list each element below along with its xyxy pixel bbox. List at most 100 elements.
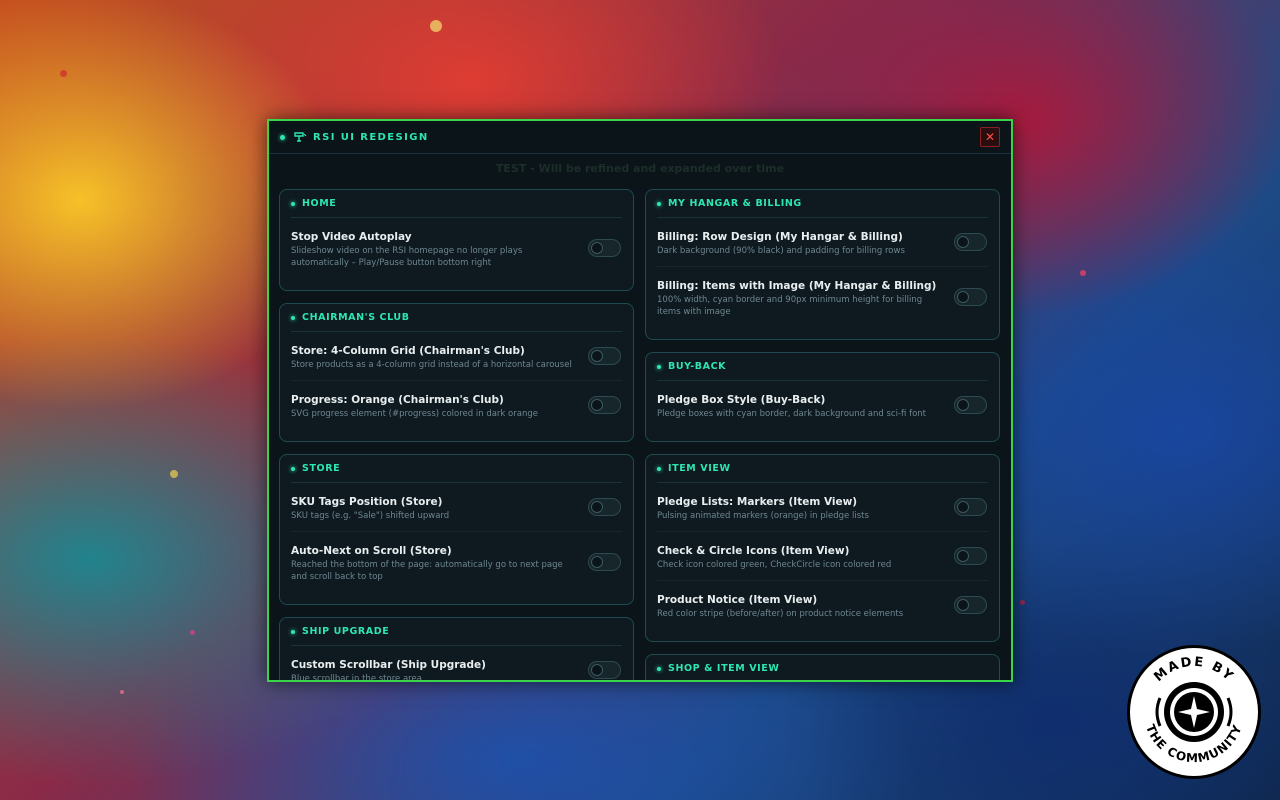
setting-toggle[interactable]: [588, 396, 621, 414]
section-dot: [291, 201, 295, 206]
settings-window: RSI UI REDESIGN ✕ TEST - Will be refined…: [267, 119, 1013, 682]
setting-title: Store: 4-Column Grid (Chairman's Club): [291, 345, 525, 357]
setting-toggle[interactable]: [588, 347, 621, 365]
toggle-knob: [591, 242, 603, 254]
setting-description: Pulsing animated markers (orange) in ple…: [657, 511, 869, 521]
section-title: STORE: [302, 463, 341, 474]
close-button[interactable]: ✕: [980, 127, 1000, 147]
section-item-view: ITEM VIEW Pledge Lists: Markers (Item Vie…: [645, 454, 1000, 642]
setting-description: Store products as a 4-column grid instea…: [291, 360, 572, 370]
setting-toggle[interactable]: [588, 661, 621, 679]
toggle-knob: [591, 399, 603, 411]
right-column: MY HANGAR & BILLING Billing: Row Design (…: [645, 189, 1000, 680]
setting-toggle[interactable]: [954, 233, 987, 251]
setting-toggle[interactable]: [588, 553, 621, 571]
section-header: ITEM VIEW: [657, 455, 988, 483]
section-store: STORE SKU Tags Position (Store) SKU tags (…: [279, 454, 634, 605]
section-header: BUY-BACK: [657, 353, 988, 381]
setting-toggle[interactable]: [954, 396, 987, 414]
section-home: HOME Stop Video Autoplay Slideshow video o…: [279, 189, 634, 291]
setting-title: SKU Tags Position (Store): [291, 496, 443, 508]
toggle-knob: [957, 291, 969, 303]
setting-description: Slideshow video on the RSI homepage no l…: [291, 246, 523, 268]
setting-toggle[interactable]: [954, 288, 987, 306]
setting-row: Store: 4-Column Grid (Chairman's Club) St…: [291, 332, 622, 381]
setting-title: Progress: Orange (Chairman's Club): [291, 394, 504, 406]
setting-row: Pledge Lists: Markers (Item View) Pulsing…: [657, 483, 988, 532]
section-title: CHAIRMAN'S CLUB: [302, 312, 410, 323]
left-column: HOME Stop Video Autoplay Slideshow video o…: [279, 189, 634, 682]
window-titlebar: RSI UI REDESIGN ✕: [269, 121, 1011, 154]
setting-title: Custom Scrollbar (Ship Upgrade): [291, 659, 486, 671]
setting-row: Stop Video Autoplay Slideshow video on th…: [291, 218, 622, 278]
toggle-knob: [957, 399, 969, 411]
setting-row: Billing: Row Design (My Hangar & Billing…: [657, 218, 988, 267]
section-title: ITEM VIEW: [668, 463, 731, 474]
toggle-knob: [957, 501, 969, 513]
setting-row: Product Notice (Item View) Red color stri…: [657, 581, 988, 629]
section-title: HOME: [302, 198, 337, 209]
setting-title: Pledge Box Style (Buy-Back): [657, 394, 826, 406]
setting-toggle[interactable]: [954, 596, 987, 614]
setting-description: 100% width, cyan border and 90px minimum…: [657, 295, 923, 317]
status-dot: [280, 134, 285, 140]
toggle-knob: [957, 550, 969, 562]
svg-text:MADE BY: MADE BY: [1151, 655, 1237, 685]
setting-row: Check & Circle Icons (Item View) Check ic…: [657, 532, 988, 581]
setting-title: Auto-Next on Scroll (Store): [291, 545, 452, 557]
setting-toggle[interactable]: [588, 498, 621, 516]
window-title: RSI UI REDESIGN: [313, 131, 429, 143]
section-title: MY HANGAR & BILLING: [668, 198, 802, 209]
setting-title: Stop Video Autoplay: [291, 231, 412, 243]
section-title: SHIP UPGRADE: [302, 626, 390, 637]
toggle-knob: [591, 350, 603, 362]
section-dot: [657, 201, 661, 206]
section-dot: [657, 364, 661, 369]
section-header: STORE: [291, 455, 622, 483]
section-dot: [291, 466, 295, 471]
setting-title: Product Notice (Item View): [657, 594, 818, 606]
section-my-hangar-billing: MY HANGAR & BILLING Billing: Row Design (…: [645, 189, 1000, 340]
star-citizen-logo-icon: MADE BY THE COMMUNITY: [1143, 655, 1244, 766]
setting-toggle[interactable]: [954, 547, 987, 565]
section-ship-upgrade: SHIP UPGRADE Custom Scrollbar (Ship Upgra…: [279, 617, 634, 682]
toggle-knob: [957, 599, 969, 611]
toggle-knob: [591, 556, 603, 568]
setting-title: Billing: Items with Image (My Hangar & B…: [657, 280, 937, 292]
setting-description: SVG progress element (#progress) colored…: [291, 409, 538, 419]
made-by-the-community-badge: MADE BY THE COMMUNITY: [1127, 645, 1261, 779]
section-header: SHIP UPGRADE: [291, 618, 622, 646]
section-dot: [657, 666, 661, 671]
setting-description: Reached the bottom of the page: automati…: [291, 560, 563, 582]
section-chairman-s-club: CHAIRMAN'S CLUB Store: 4-Column Grid (Cha…: [279, 303, 634, 442]
setting-description: Pledge boxes with cyan border, dark back…: [657, 409, 926, 419]
setting-description: Check icon colored green, CheckCircle ic…: [657, 560, 892, 570]
paint-tool-icon: [294, 132, 307, 142]
setting-toggle[interactable]: [954, 498, 987, 516]
test-notice: TEST - Will be refined and expanded over…: [495, 162, 785, 175]
setting-title: Check & Circle Icons (Item View): [657, 545, 850, 557]
setting-description: Blue scrollbar in the store area: [291, 674, 422, 682]
setting-description: Dark background (90% black) and padding …: [657, 246, 905, 256]
section-shop-item-view: SHOP & ITEM VIEW: [645, 654, 1000, 680]
setting-description: SKU tags (e.g. "Sale") shifted upward: [291, 511, 450, 521]
setting-toggle[interactable]: [588, 239, 621, 257]
setting-title: Billing: Row Design (My Hangar & Billing…: [657, 231, 903, 243]
setting-row: Auto-Next on Scroll (Store) Reached the b…: [291, 532, 622, 592]
setting-title: Pledge Lists: Markers (Item View): [657, 496, 858, 508]
section-dot: [291, 629, 295, 634]
toggle-knob: [591, 664, 603, 676]
section-dot: [291, 315, 295, 320]
setting-row: Pledge Box Style (Buy-Back) Pledge boxes …: [657, 381, 988, 429]
setting-row: Billing: Items with Image (My Hangar & B…: [657, 267, 988, 327]
toggle-knob: [957, 236, 969, 248]
section-header: MY HANGAR & BILLING: [657, 190, 988, 218]
section-header: CHAIRMAN'S CLUB: [291, 304, 622, 332]
settings-columns: HOME Stop Video Autoplay Slideshow video o…: [279, 189, 1001, 682]
section-dot: [657, 466, 661, 471]
section-title: SHOP & ITEM VIEW: [668, 663, 780, 674]
section-buy-back: BUY-BACK Pledge Box Style (Buy-Back) Pledg…: [645, 352, 1000, 442]
setting-description: Red color stripe (before/after) on produ…: [657, 609, 904, 619]
setting-row: Progress: Orange (Chairman's Club) SVG pr…: [291, 381, 622, 429]
setting-row: Custom Scrollbar (Ship Upgrade) Blue scro…: [291, 646, 622, 682]
